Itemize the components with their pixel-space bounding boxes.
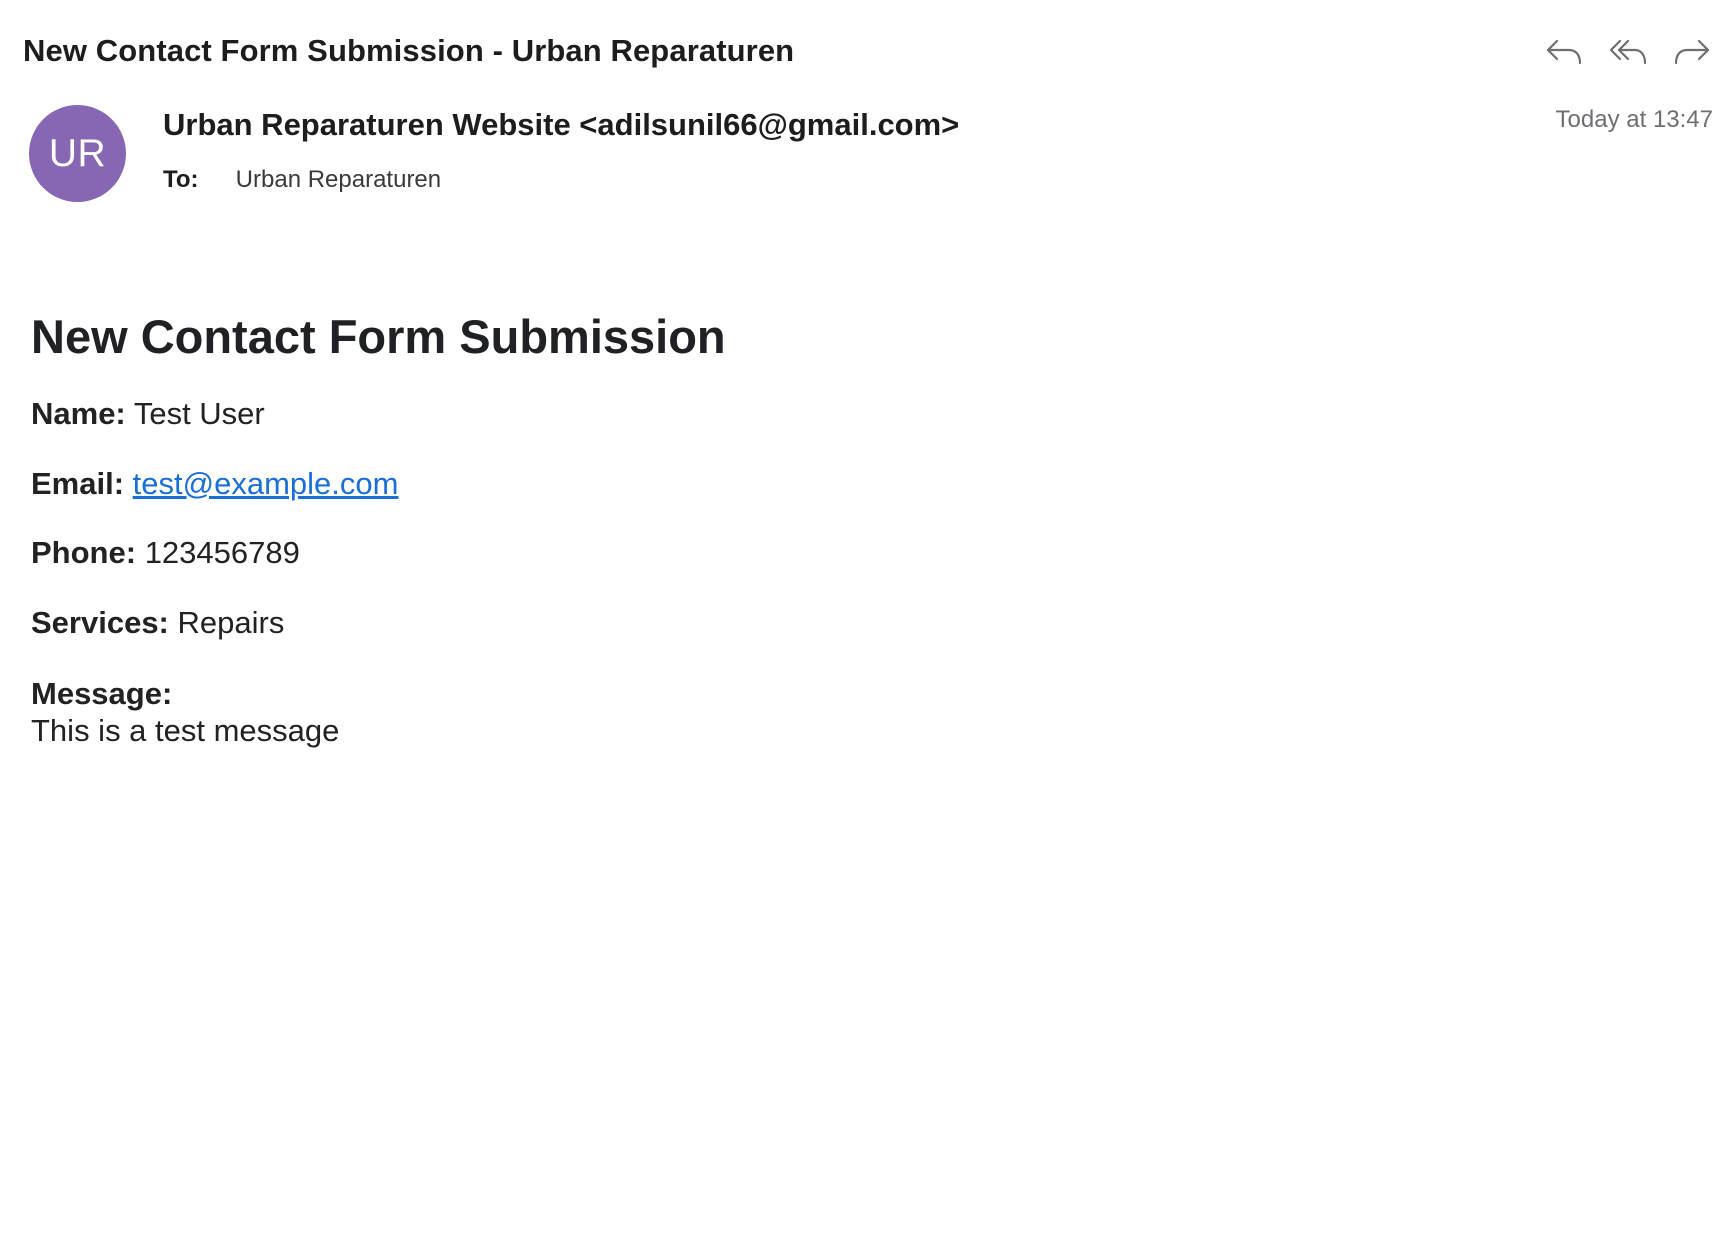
services-value: Repairs (177, 604, 285, 640)
phone-label: Phone: (31, 535, 137, 571)
forward-button[interactable] (1672, 32, 1712, 72)
recipient-row: To: Urban Reparaturen (163, 166, 441, 194)
reply-all-icon (1609, 39, 1647, 65)
email-viewer: New Contact Form Submission - Urban Repa… (0, 0, 1728, 1258)
email-label: Email: (31, 465, 125, 501)
message-actions-toolbar (1544, 32, 1712, 72)
reply-all-button[interactable] (1608, 32, 1648, 72)
phone-field: Phone: 123456789 (31, 535, 1631, 571)
services-label: Services: (31, 604, 169, 640)
reply-button[interactable] (1544, 32, 1584, 72)
sender-address[interactable]: Urban Reparaturen Website <adilsunil66@g… (163, 107, 959, 143)
name-value: Test User (133, 396, 265, 432)
email-link[interactable]: test@example.com (133, 466, 399, 501)
sender-avatar: UR (29, 105, 126, 202)
phone-value: 123456789 (144, 535, 300, 571)
message-field: Message: This is a test message (31, 675, 1631, 749)
avatar-initials: UR (48, 131, 107, 175)
email-body: New Contact Form Submission Name: Test U… (31, 310, 1631, 749)
message-value: This is a test message (31, 712, 340, 748)
recipient-name[interactable]: Urban Reparaturen (236, 166, 441, 193)
message-label: Message: (31, 675, 173, 711)
email-field: Email: test@example.com (31, 466, 1631, 502)
to-label: To: (163, 166, 199, 193)
forward-icon (1674, 39, 1710, 65)
services-field: Services: Repairs (31, 605, 1631, 641)
name-label: Name: (31, 396, 126, 432)
email-subject: New Contact Form Submission - Urban Repa… (23, 33, 795, 68)
name-field: Name: Test User (31, 396, 1631, 432)
received-timestamp: Today at 13:47 (1555, 106, 1713, 133)
body-heading: New Contact Form Submission (31, 310, 726, 363)
reply-icon (1546, 39, 1582, 65)
